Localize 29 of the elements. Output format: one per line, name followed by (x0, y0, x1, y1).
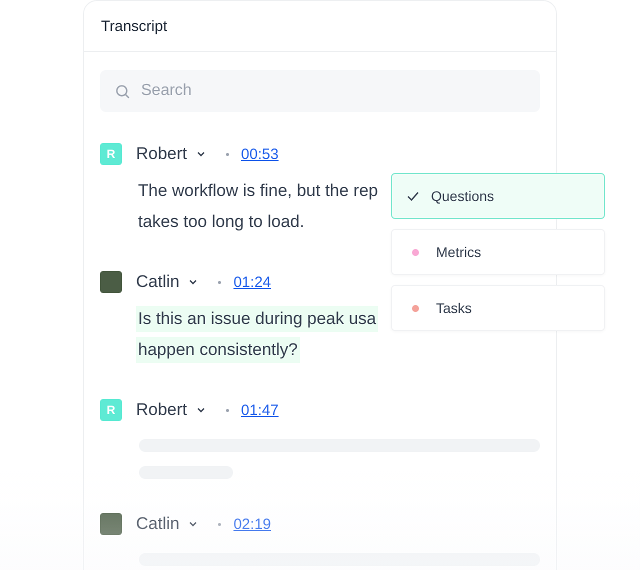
message-text: The workflow is fine, but the rep takes too long to load. (138, 180, 380, 233)
separator-dot (226, 152, 230, 156)
timestamp-link[interactable]: 00:53 (241, 146, 279, 162)
speaker-name: Robert (136, 144, 188, 164)
speaker-name: Robert (136, 400, 188, 420)
chevron-down-icon[interactable] (188, 277, 198, 287)
tag-option[interactable]: Questions (391, 173, 605, 219)
avatar-photo-placeholder (100, 513, 122, 535)
separator-dot (218, 280, 222, 284)
timestamp-link[interactable]: 02:19 (233, 516, 272, 532)
separator-dot (226, 408, 230, 412)
speaker-name: Catlin (136, 514, 180, 534)
avatar-icon: R (100, 399, 122, 421)
message-text: Is this an issue during peak usa happen consistently? (138, 303, 378, 365)
avatar-icon: R (100, 143, 122, 165)
avatar-photo-placeholder (100, 271, 122, 293)
timestamp-link[interactable]: 01:47 (241, 402, 279, 418)
timestamp-link[interactable]: 01:24 (233, 274, 272, 290)
chevron-down-icon[interactable] (188, 519, 198, 529)
search-icon (114, 82, 131, 100)
tag-option[interactable]: Metrics (391, 229, 605, 275)
chevron-down-icon[interactable] (196, 405, 206, 415)
separator-dot (218, 522, 222, 526)
panel-title: Transcript (101, 18, 168, 34)
tag-option[interactable]: Tasks (391, 285, 605, 331)
chevron-down-icon[interactable] (196, 149, 206, 159)
search-field[interactable]: Search (100, 70, 540, 112)
speaker-name: Catlin (136, 272, 180, 292)
search-input[interactable]: Search (139, 81, 526, 101)
